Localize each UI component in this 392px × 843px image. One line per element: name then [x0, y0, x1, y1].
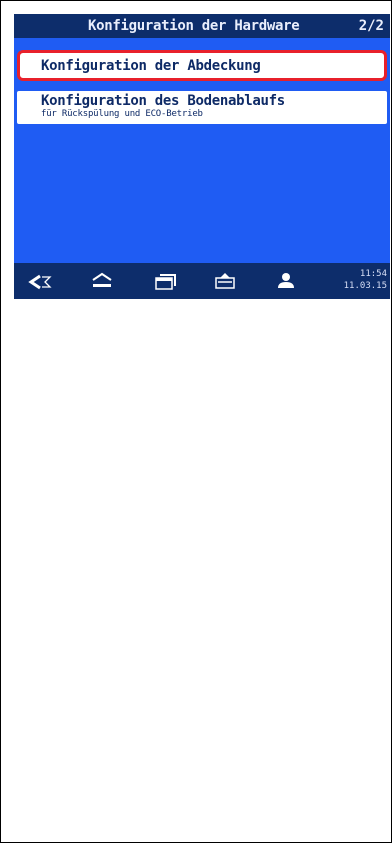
tray-icon: [215, 273, 235, 289]
back-icon: [28, 274, 52, 290]
date-label: 11.03.15: [343, 281, 387, 291]
menu-item-bodenablauf[interactable]: Konfiguration des Bodenablaufs für Rücks…: [17, 91, 387, 124]
menu-item-label: Konfiguration des Bodenablaufs: [41, 93, 285, 109]
title-bar: Konfiguration der Hardware 2/2: [14, 14, 390, 38]
menu-item-abdeckung[interactable]: Konfiguration der Abdeckung: [17, 50, 387, 81]
home-icon: [92, 272, 112, 287]
menu-item-label: Konfiguration der Abdeckung: [41, 58, 261, 74]
windows-icon: [155, 274, 176, 290]
clock-display: 11:54 11.03.15: [344, 268, 387, 292]
tray-button[interactable]: [208, 267, 248, 295]
windows-button[interactable]: [147, 267, 187, 295]
home-button[interactable]: [85, 267, 125, 295]
time-label: 11:54: [359, 269, 387, 279]
page-indicator: 2/2: [358, 18, 384, 34]
user-button[interactable]: [269, 267, 309, 295]
back-button[interactable]: [20, 267, 60, 295]
page-title: Konfiguration der Hardware: [88, 18, 300, 34]
menu-item-sublabel: für Rückspülung und ECO-Betrieb: [41, 109, 203, 119]
user-icon: [278, 273, 294, 288]
bottom-navigation-bar: 11:54 11.03.15: [14, 263, 390, 299]
device-screen: Konfiguration der Hardware 2/2 Konfigura…: [14, 14, 390, 299]
page-frame: Konfiguration der Hardware 2/2 Konfigura…: [0, 0, 392, 843]
